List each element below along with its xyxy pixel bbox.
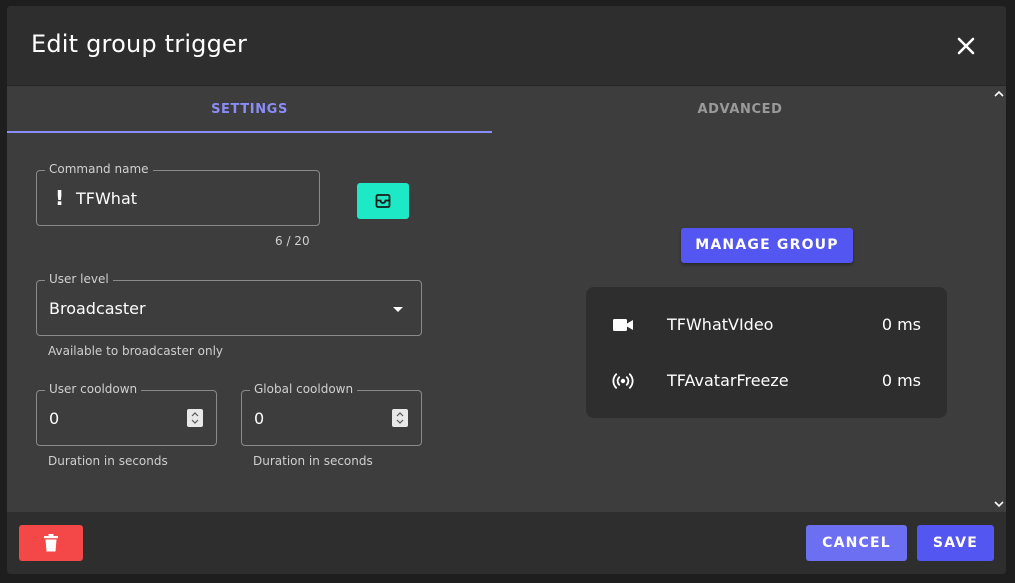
list-item[interactable]: TFWhatVIdeo 0 ms — [586, 297, 947, 353]
group-items-list: TFWhatVIdeo 0 ms TFAvatarFreeze 0 ms — [586, 287, 947, 418]
global-cooldown-helper: Duration in seconds — [253, 454, 373, 468]
stepper-arrows-icon — [396, 412, 404, 424]
tab-settings[interactable]: SETTINGS — [7, 86, 492, 133]
dialog-content: SETTINGS ADVANCED Command name ! TFWhat … — [7, 86, 992, 512]
group-item-delay: 0 ms — [881, 315, 921, 334]
archive-icon — [375, 194, 391, 208]
save-button[interactable]: SAVE — [917, 525, 994, 561]
broadcast-icon — [612, 373, 634, 389]
global-cooldown-field[interactable]: Global cooldown 0 — [241, 382, 422, 446]
tab-advanced[interactable]: ADVANCED — [492, 86, 988, 133]
dialog-title: Edit group trigger — [31, 30, 248, 58]
dropdown-arrow-icon — [393, 307, 403, 312]
command-prefix: ! — [55, 186, 65, 210]
command-name-input[interactable]: TFWhat — [76, 189, 137, 208]
user-cooldown-stepper[interactable] — [187, 409, 203, 427]
dialog-footer: CANCEL SAVE — [7, 512, 1006, 574]
global-cooldown-stepper[interactable] — [392, 409, 408, 427]
user-level-helper: Available to broadcaster only — [48, 344, 224, 358]
command-char-counter: 6 / 20 — [275, 234, 310, 248]
user-cooldown-field[interactable]: User cooldown 0 — [36, 382, 217, 446]
user-level-legend: User level — [45, 272, 113, 286]
scroll-up-icon[interactable] — [994, 90, 1004, 98]
group-item-name: TFWhatVIdeo — [667, 315, 774, 334]
close-icon — [957, 37, 975, 55]
command-name-field[interactable]: Command name ! TFWhat — [36, 162, 320, 226]
user-level-value: Broadcaster — [49, 299, 146, 318]
content-scrollbar[interactable] — [992, 86, 1006, 512]
global-cooldown-legend: Global cooldown — [250, 382, 358, 396]
group-item-name: TFAvatarFreeze — [667, 371, 789, 390]
scroll-down-icon[interactable] — [994, 500, 1004, 508]
stepper-arrows-icon — [191, 412, 199, 424]
close-button[interactable] — [954, 34, 978, 58]
user-cooldown-legend: User cooldown — [45, 382, 142, 396]
edit-group-trigger-dialog: Edit group trigger SETTINGS ADVANCED Com… — [7, 6, 1006, 574]
dialog-header: Edit group trigger — [7, 6, 1006, 86]
user-cooldown-helper: Duration in seconds — [48, 454, 168, 468]
user-cooldown-input[interactable]: 0 — [49, 409, 59, 428]
trash-icon — [44, 534, 58, 552]
user-level-select[interactable]: User level Broadcaster — [36, 272, 422, 336]
global-cooldown-input[interactable]: 0 — [254, 409, 264, 428]
delete-button[interactable] — [19, 525, 83, 561]
command-name-legend: Command name — [45, 162, 153, 176]
cancel-button[interactable]: CANCEL — [806, 525, 907, 561]
list-item[interactable]: TFAvatarFreeze 0 ms — [586, 353, 947, 409]
group-item-delay: 0 ms — [881, 371, 921, 390]
manage-group-button[interactable]: MANAGE GROUP — [681, 228, 853, 263]
video-camera-icon — [613, 319, 633, 331]
archive-button[interactable] — [357, 183, 409, 219]
